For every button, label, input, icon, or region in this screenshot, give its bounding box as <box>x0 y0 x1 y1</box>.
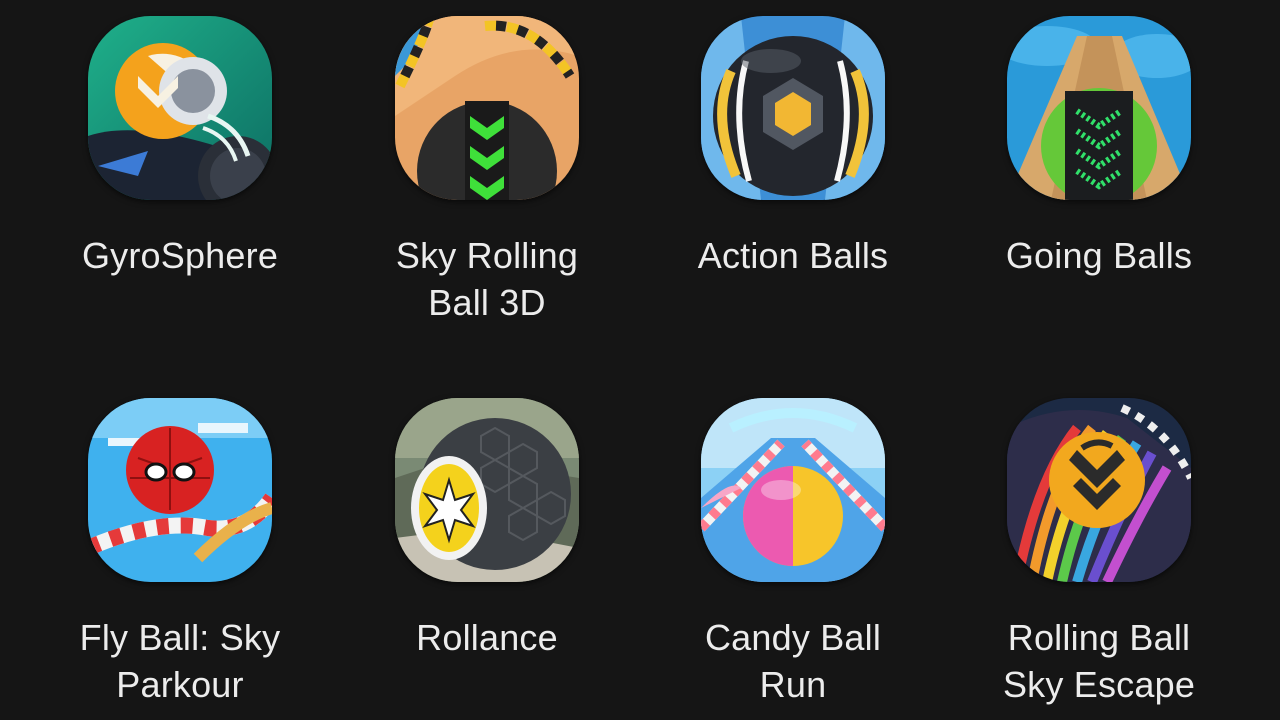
app-label: Sky Rolling Ball 3D <box>395 235 579 323</box>
app-label: Candy Ball Run <box>704 617 882 705</box>
app-gyrosphere[interactable]: GyroSphere <box>30 0 330 340</box>
app-label: Fly Ball: Sky Parkour <box>79 617 281 705</box>
app-action-balls[interactable]: Action Balls <box>643 0 943 340</box>
app-label: GyroSphere <box>81 235 279 276</box>
sky-rolling-ball-icon[interactable] <box>395 16 579 200</box>
gyrosphere-icon[interactable] <box>88 16 272 200</box>
app-sky-rolling-ball-3d[interactable]: Sky Rolling Ball 3D <box>337 0 637 340</box>
app-fly-ball-sky-parkour[interactable]: Fly Ball: Sky Parkour <box>30 382 330 720</box>
app-rollance[interactable]: Rollance <box>337 382 637 720</box>
app-candy-ball-run[interactable]: Candy Ball Run <box>643 382 943 720</box>
rollance-icon[interactable] <box>395 398 579 582</box>
app-rolling-ball-sky-escape[interactable]: Rolling Ball Sky Escape <box>949 382 1249 720</box>
app-label: Rollance <box>416 617 558 658</box>
rolling-ball-sky-escape-icon[interactable] <box>1007 398 1191 582</box>
action-balls-icon[interactable] <box>701 16 885 200</box>
app-label: Rolling Ball Sky Escape <box>1002 617 1196 705</box>
going-balls-icon[interactable] <box>1007 16 1191 200</box>
app-grid: GyroSphere Sky Rolling Ball 3D Action Ba… <box>0 0 1280 720</box>
candy-ball-icon[interactable] <box>701 398 885 582</box>
app-label: Action Balls <box>697 235 889 276</box>
app-label: Going Balls <box>1005 235 1193 276</box>
fly-ball-icon[interactable] <box>88 398 272 582</box>
app-going-balls[interactable]: Going Balls <box>949 0 1249 340</box>
